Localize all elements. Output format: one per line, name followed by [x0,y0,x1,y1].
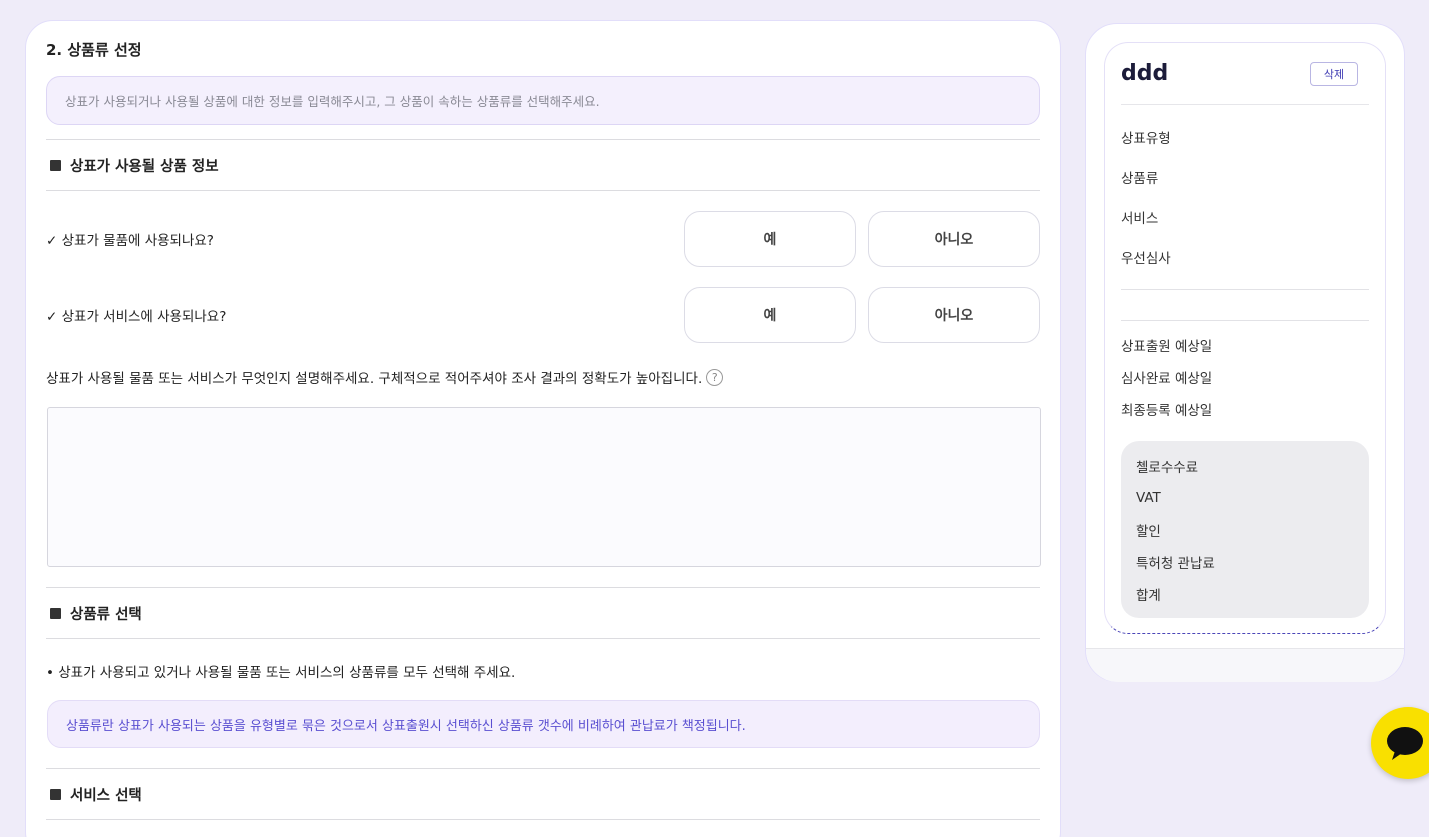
square-bullet-icon [50,788,61,800]
section-title: 2. 상품류 선정 [46,41,142,59]
delete-button[interactable]: 삭제 [1310,61,1358,86]
intro-info-box: 상표가 사용되거나 사용될 상품에 대한 정보를 입력해주시고, 그 상품이 속… [46,76,1040,125]
date-item: 심사완료 예상일 [1121,371,1213,387]
date-item: 최종등록 예상일 [1121,403,1213,419]
divider [46,190,1040,191]
class-select-title: 상품류 선택 [70,606,142,623]
date-list: 상표출원 예상일 심사완료 예상일 최종등록 예상일 [1121,329,1369,425]
fee-item: 합계 [1136,588,1161,604]
divider [46,819,1040,820]
goods-no-button[interactable]: 아니오 [868,211,1040,267]
goods-question: ✓ 상표가 물품에 사용되나요? [46,233,214,249]
summary-item: 우선심사 [1121,251,1171,267]
service-no-button[interactable]: 아니오 [868,287,1040,343]
product-info-header: 상표가 사용될 상품 정보 [46,140,1040,190]
help-icon[interactable]: ? [706,368,724,386]
kakao-chat-button[interactable] [1371,707,1429,779]
product-info-title: 상표가 사용될 상품 정보 [70,158,219,175]
class-select-header: 상품류 선택 [46,588,1040,638]
square-bullet-icon [50,159,61,171]
fee-item: 특허청 관납료 [1136,556,1215,572]
fee-item: VAT [1136,490,1161,506]
fee-item: 첼로수수료 [1136,460,1199,476]
trademark-class-form: 2. 상품류 선정 상표가 사용되거나 사용될 상품에 대한 정보를 입력해주시… [25,20,1061,837]
date-item: 상표출원 예상일 [1121,339,1213,355]
divider [1121,320,1369,321]
divider [46,638,1040,639]
summary-inner-card: ddd 삭제 상표유형 상품류 서비스 우선심사 상표출원 예상일 심사완료 예… [1104,42,1386,634]
summary-item: 상품류 [1121,171,1159,187]
sidebar-footer [1086,649,1404,682]
describe-label: 상표가 사용될 물품 또는 서비스가 무엇인지 설명해주세요. 구체적으로 적어… [46,371,703,387]
service-select-title: 서비스 선택 [70,787,142,804]
summary-sidebar: ddd 삭제 상표유형 상품류 서비스 우선심사 상표출원 예상일 심사완료 예… [1085,23,1405,682]
service-select-header: 서비스 선택 [46,769,1040,819]
goods-question-row: ✓ 상표가 물품에 사용되나요? 예 아니오 [46,211,1040,267]
service-question: ✓ 상표가 서비스에 사용되나요? [46,309,227,325]
service-yes-button[interactable]: 예 [684,287,856,343]
chat-bubble-icon [1387,727,1423,760]
describe-label-row: 상표가 사용될 물품 또는 서비스가 무엇인지 설명해주세요. 구체적으로 적어… [46,365,1040,389]
class-info-box: 상품류란 상표가 사용되는 상품을 유형별로 묶은 것으로서 상표출원시 선택하… [47,700,1040,748]
fee-item: 할인 [1136,524,1161,540]
goods-description-textarea[interactable] [47,407,1041,567]
summary-item: 상표유형 [1121,131,1171,147]
summary-item-list: 상표유형 상품류 서비스 우선심사 [1121,105,1369,277]
summary-item: 서비스 [1121,211,1159,227]
divider [1121,289,1369,290]
trademark-name: ddd [1121,61,1169,86]
summary-header: ddd 삭제 [1121,43,1369,105]
service-question-row: ✓ 상표가 서비스에 사용되나요? 예 아니오 [46,287,1040,343]
square-bullet-icon [50,607,61,619]
fee-box: 첼로수수료 VAT 할인 특허청 관납료 합계 [1121,441,1369,618]
class-select-instruction: • 상표가 사용되고 있거나 사용될 물품 또는 서비스의 상품류를 모두 선택… [46,665,516,681]
goods-yes-button[interactable]: 예 [684,211,856,267]
